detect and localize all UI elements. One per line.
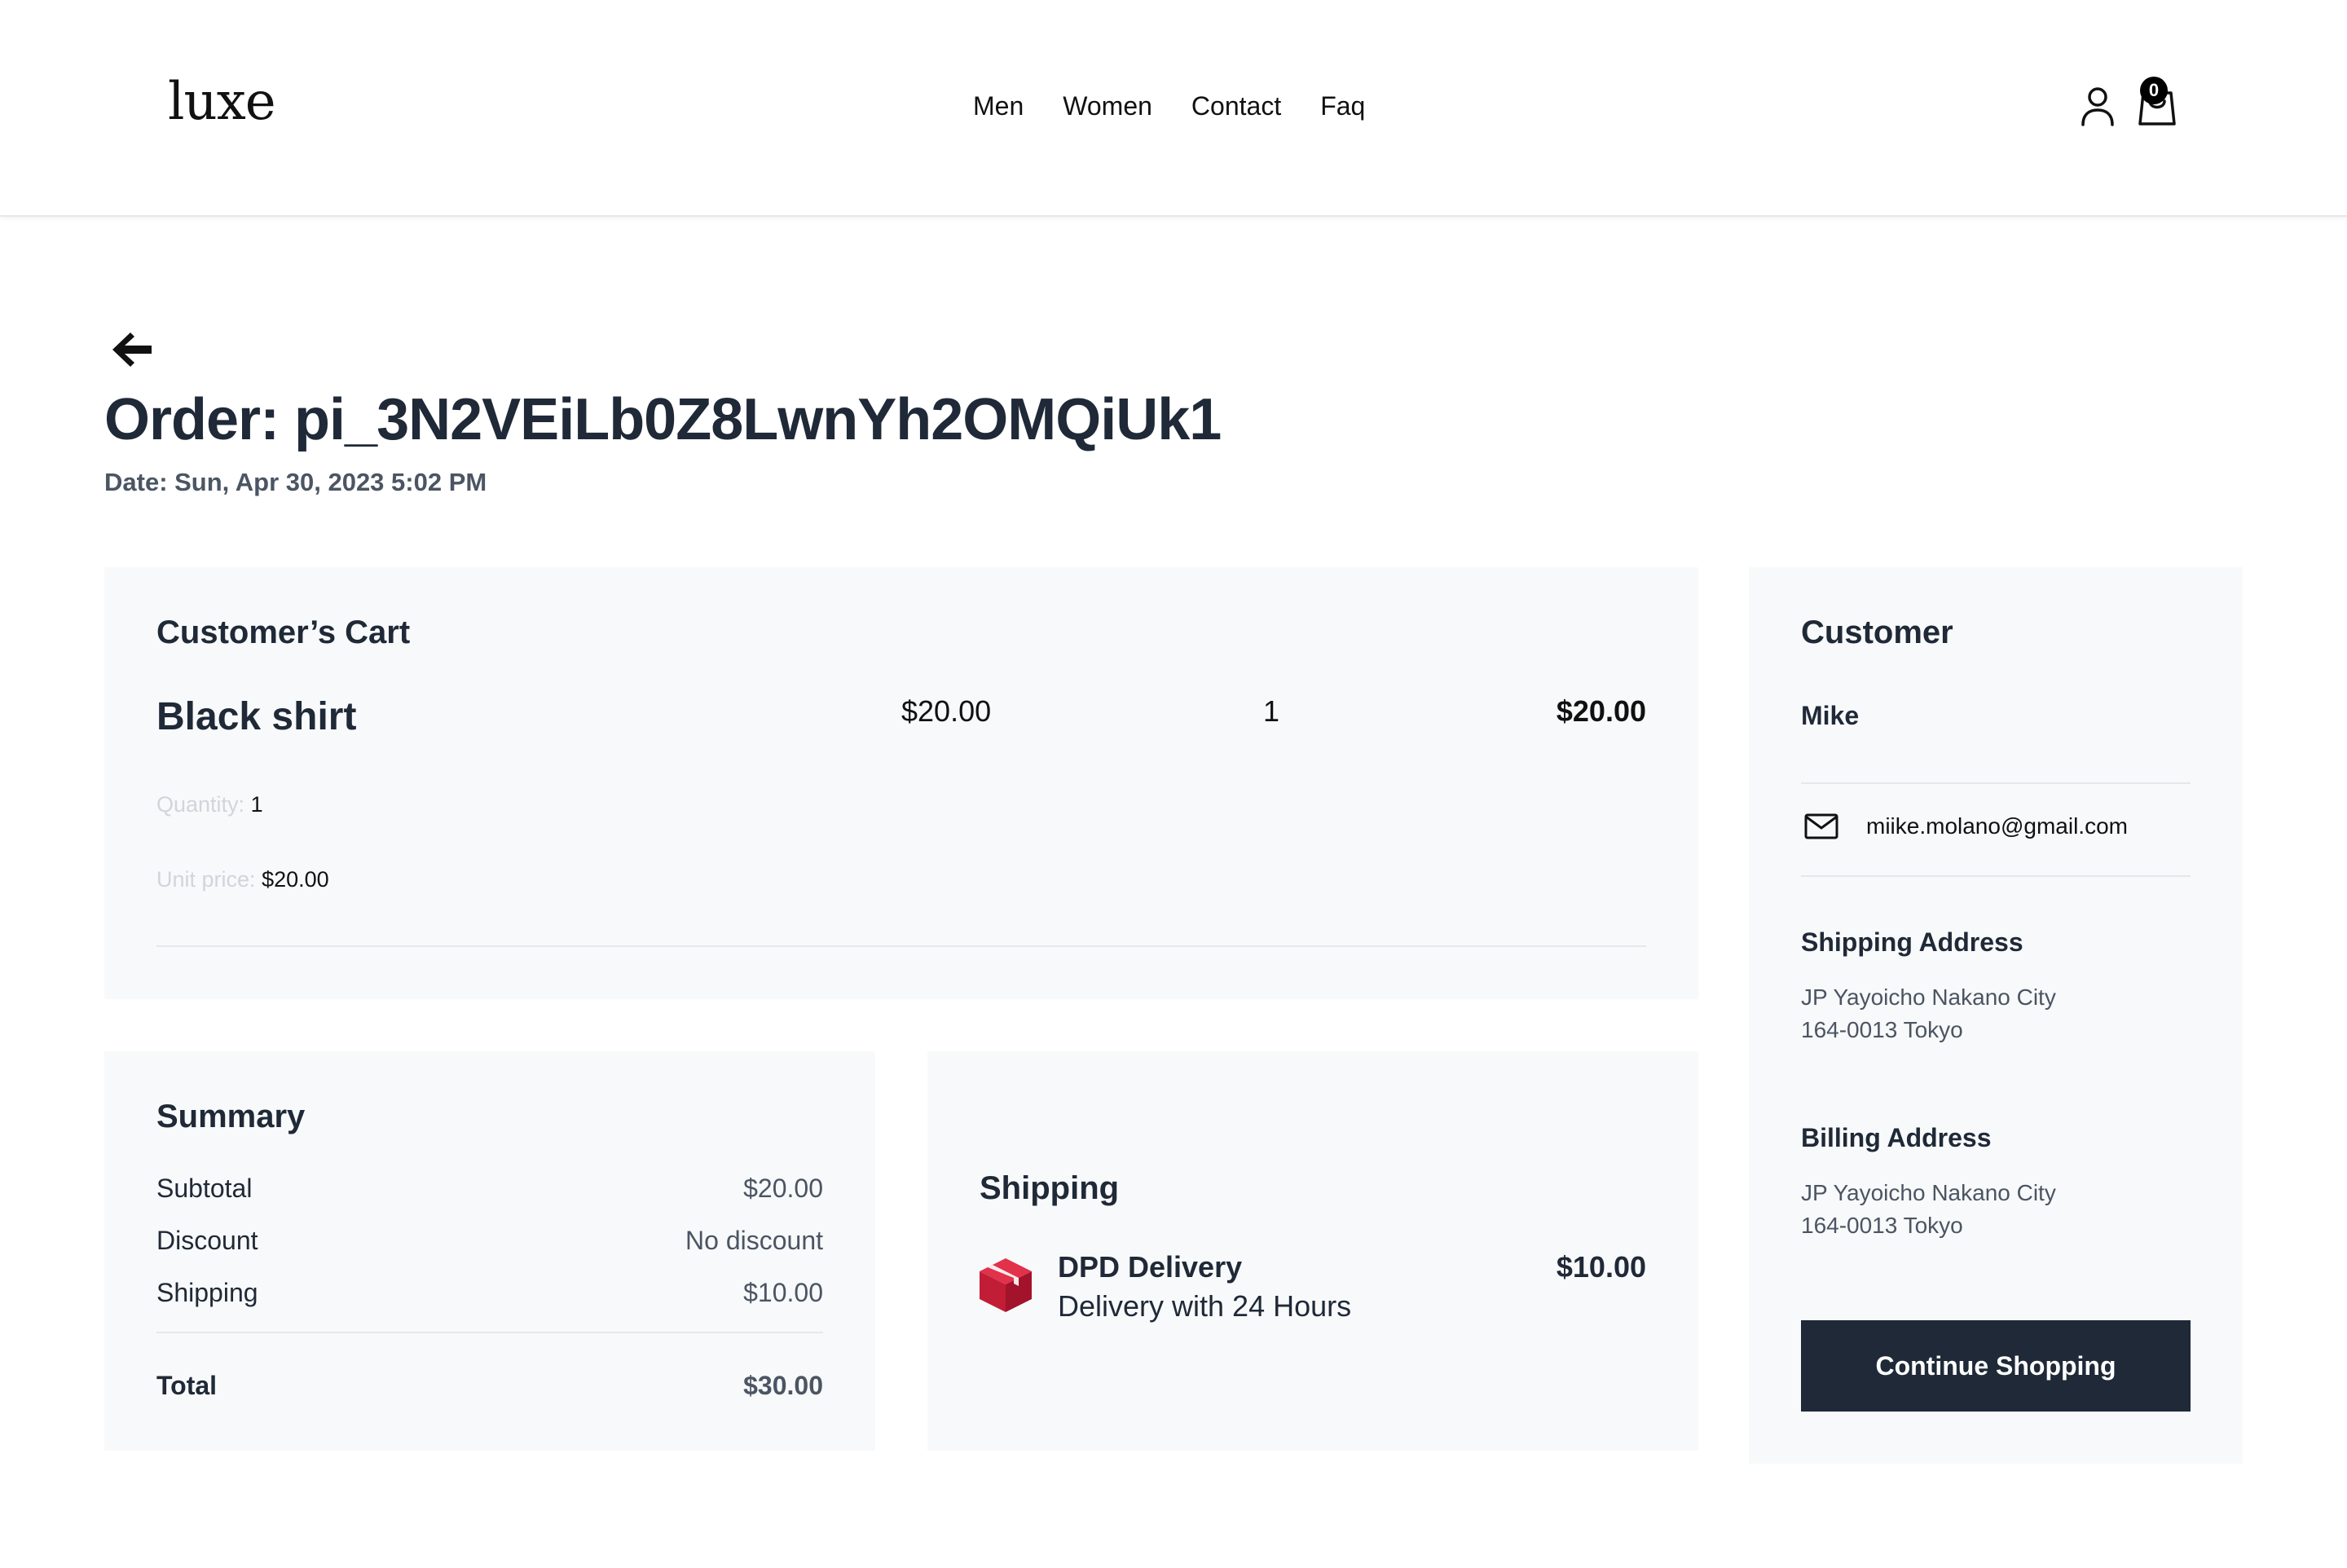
summary-label: Subtotal — [156, 1174, 253, 1203]
product-name: Black shirt — [156, 695, 357, 738]
billing-address-line: JP Yayoicho Nakano City — [1801, 1180, 2056, 1205]
summary-row-total: Total $30.00 — [156, 1371, 823, 1401]
site-header: luxe Men Women Contact Faq 0 — [0, 0, 2347, 217]
summary-title: Summary — [156, 1099, 306, 1134]
cart-title: Customer’s Cart — [156, 614, 411, 650]
divider — [1801, 782, 2191, 784]
unit-price-detail: Unit price: $20.00 — [156, 867, 329, 892]
customer-title: Customer — [1801, 614, 1953, 650]
quantity-label: Quantity: — [156, 792, 245, 817]
shipping-address-line: 164-0013 Tokyo — [1801, 1017, 1963, 1042]
continue-shopping-button[interactable]: Continue Shopping — [1801, 1320, 2191, 1412]
summary-value: $20.00 — [743, 1174, 823, 1203]
shipping-description: Delivery with 24 Hours — [1058, 1289, 1352, 1323]
shipping-price: $10.00 — [1556, 1250, 1646, 1284]
nav-link-men[interactable]: Men — [973, 91, 1024, 121]
cart-button[interactable]: 0 — [2135, 77, 2179, 127]
quantity-value: 1 — [250, 792, 263, 817]
summary-label: Discount — [156, 1226, 258, 1255]
billing-address-line: 164-0013 Tokyo — [1801, 1213, 1963, 1238]
summary-row-discount: Discount No discount — [156, 1226, 823, 1256]
nav-link-faq[interactable]: Faq — [1320, 91, 1365, 121]
shipping-address-line: JP Yayoicho Nakano City — [1801, 984, 2056, 1010]
unit-price-label: Unit price: — [156, 867, 256, 892]
nav-link-contact[interactable]: Contact — [1191, 91, 1281, 121]
customer-card: Customer Mike miike.molano@gmail.com Shi… — [1749, 567, 2243, 1464]
quantity-detail: Quantity: 1 — [156, 792, 263, 817]
summary-row-subtotal: Subtotal $20.00 — [156, 1174, 823, 1204]
divider — [1801, 875, 2191, 877]
dpd-box-icon — [980, 1258, 1032, 1312]
main-nav: Men Women Contact Faq — [973, 91, 1365, 121]
product-quantity: 1 — [1263, 694, 1280, 728]
unit-price-value: $20.00 — [262, 867, 329, 892]
summary-label: Shipping — [156, 1278, 258, 1307]
order-date: Date: Sun, Apr 30, 2023 5:02 PM — [104, 468, 487, 496]
billing-address-title: Billing Address — [1801, 1123, 1992, 1152]
divider — [156, 1332, 823, 1333]
summary-value: $10.00 — [743, 1278, 823, 1307]
total-value: $30.00 — [743, 1371, 823, 1400]
shipping-address-title: Shipping Address — [1801, 927, 2023, 957]
product-price: $20.00 — [901, 694, 992, 728]
summary-value: No discount — [685, 1226, 823, 1255]
user-icon[interactable] — [2080, 86, 2116, 127]
customer-email[interactable]: miike.molano@gmail.com — [1866, 813, 2128, 839]
back-arrow-icon[interactable] — [109, 329, 155, 370]
nav-link-women[interactable]: Women — [1063, 91, 1152, 121]
customer-name: Mike — [1801, 701, 1860, 730]
divider — [156, 945, 1646, 947]
mail-icon — [1804, 813, 1838, 839]
summary-row-shipping: Shipping $10.00 — [156, 1278, 823, 1308]
total-label: Total — [156, 1371, 218, 1400]
customer-cart-card: Customer’s Cart Black shirt $20.00 1 $20… — [104, 567, 1698, 999]
logo[interactable]: luxe — [168, 72, 276, 132]
shipping-method: DPD Delivery — [1058, 1250, 1243, 1284]
shipping-title: Shipping — [980, 1170, 1120, 1206]
product-total: $20.00 — [1556, 694, 1646, 728]
shipping-card: Shipping DPD Delivery Delivery with 24 H… — [927, 1051, 1698, 1451]
summary-card: Summary Subtotal $20.00 Discount No disc… — [104, 1051, 875, 1451]
order-title: Order: pi_3N2VEiLb0Z8LwnYh2OMQiUk1 — [104, 387, 1222, 452]
cart-count-badge: 0 — [2140, 77, 2168, 104]
